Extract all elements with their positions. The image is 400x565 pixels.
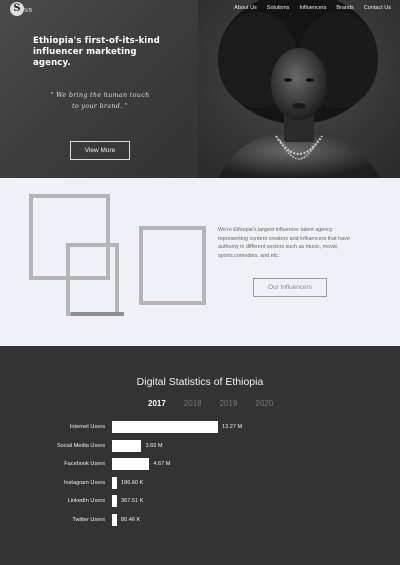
stat-label: Facebook Users	[64, 461, 105, 468]
tab-year-2019[interactable]: 2019	[220, 399, 238, 408]
stat-bar	[112, 421, 218, 433]
our-influencers-button[interactable]: Our Influencers	[253, 278, 327, 297]
stat-bar	[112, 476, 117, 489]
hero-quote-line-1: " We bring the human touch	[50, 91, 150, 99]
decorative-frame-right	[139, 226, 206, 305]
hero-quote-line-2: to your brand. "	[71, 102, 129, 110]
stat-row: Facebook Users 4.67 M	[0, 458, 400, 471]
tab-year-2017[interactable]: 2017	[148, 399, 166, 408]
tab-year-2020[interactable]: 2020	[255, 399, 273, 408]
hero-portrait-panel	[198, 0, 400, 178]
stat-label: Twitter Users	[72, 517, 105, 523]
view-more-button[interactable]: View More	[70, 141, 130, 160]
stat-bar	[112, 439, 142, 452]
stat-row: Social Media Users 3.69 M	[0, 439, 400, 452]
stat-value: 186.60 K	[121, 479, 144, 486]
stat-row: Twitter Users 80.46 K	[0, 514, 400, 526]
nav-influencers[interactable]: Influencers	[299, 5, 326, 11]
stat-label: Instagram Users	[63, 479, 105, 486]
tab-year-2018[interactable]: 2018	[184, 399, 202, 408]
about-description: We're Ethiopia's largest influencer tale…	[218, 227, 350, 259]
main-nav: About Us Solutions Influencers Brands Co…	[224, 5, 391, 11]
nav-solutions[interactable]: Solutions	[267, 5, 290, 11]
decorative-frame-overlap	[66, 243, 119, 316]
stat-row: LinkedIn Users 367.51 K	[0, 495, 400, 508]
stat-value: 4.67 M	[153, 461, 171, 468]
hero-title: Ethiopia's first-of-its-kind influencer …	[33, 36, 160, 68]
stats-title: Digital Statistics of Ethiopia	[136, 376, 264, 388]
stat-value: 3.69 M	[145, 442, 163, 449]
stat-value: 13.27 M	[222, 424, 243, 430]
logo-subtext: SiB	[24, 8, 32, 14]
nav-contact-us[interactable]: Contact Us	[364, 5, 391, 11]
stat-bar	[112, 458, 150, 471]
decorative-shadow-line	[71, 312, 124, 316]
stat-bar	[112, 514, 117, 526]
stat-row: Instagram Users 186.60 K	[0, 476, 400, 489]
stat-value: 80.46 K	[121, 517, 141, 523]
stat-bar	[112, 495, 117, 508]
portrait-image	[198, 0, 400, 178]
nav-brands[interactable]: Brands	[336, 5, 353, 11]
stats-section: Digital Statistics of Ethiopia 2017 2018…	[0, 346, 400, 565]
logo-mark: S	[10, 2, 24, 16]
stat-value: 367.51 K	[121, 498, 144, 505]
hero-section: S SiB About Us Solutions Influencers Bra…	[0, 0, 400, 178]
year-tabs: 2017 2018 2019 2020	[148, 399, 291, 408]
stat-label: Social Media Users	[56, 442, 105, 449]
stat-label: Internet Users	[69, 424, 105, 430]
about-section: We're Ethiopia's largest influencer tale…	[0, 178, 400, 346]
logo[interactable]: S SiB	[10, 2, 32, 16]
stat-row: Internet Users 13.27 M	[0, 421, 400, 433]
stat-label: LinkedIn Users	[67, 498, 105, 505]
nav-about-us[interactable]: About Us	[234, 5, 257, 11]
hero-quote: " We bring the human touch to your brand…	[40, 90, 160, 112]
